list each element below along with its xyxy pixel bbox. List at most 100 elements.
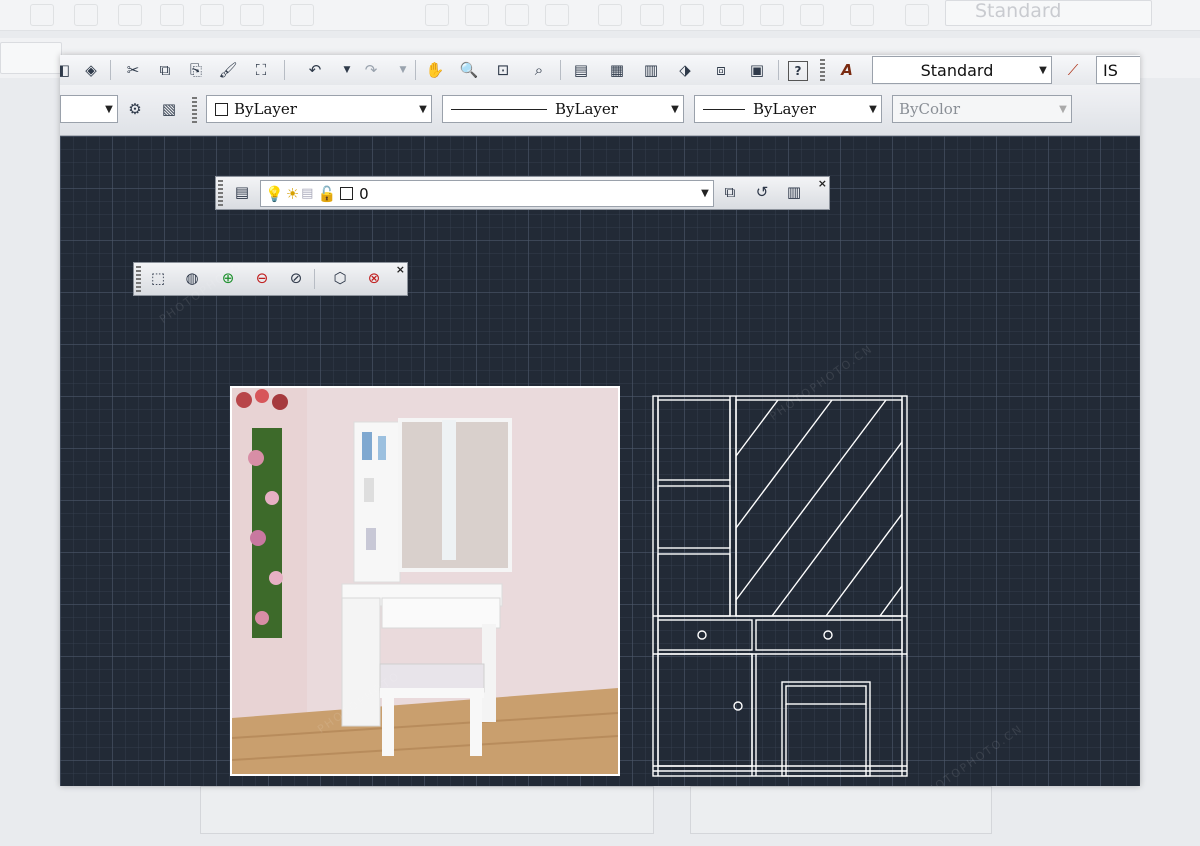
properties-toolbar: ▼ ⚙ ▧ ByLayer ▼ ByLayer ▼ ByLayer ▼ ByCo… [60, 85, 1140, 136]
dim-style-select[interactable]: IS [1096, 56, 1140, 84]
unlock-icon: 🔓 [317, 184, 337, 203]
separator [778, 60, 779, 80]
dressing-table-photo [230, 386, 620, 776]
paste-icon[interactable]: ⎘ [185, 59, 207, 81]
chevron-down-icon: ▼ [1039, 64, 1047, 76]
chevron-down-icon: ▼ [869, 103, 877, 115]
layer-color-swatch [340, 187, 354, 200]
slice-icon[interactable]: ⬡ [328, 266, 352, 290]
erase-solid-icon[interactable]: ⊗ [362, 266, 386, 290]
text-style-select[interactable]: Standard ▼ [872, 56, 1052, 84]
lineweight-sample [703, 108, 745, 110]
redo-icon[interactable]: ↷ [360, 59, 382, 81]
chevron-down-icon: ▼ [671, 103, 679, 115]
separator [314, 269, 315, 289]
text-style-icon[interactable]: A [836, 59, 858, 81]
subtract-icon[interactable]: ⊖ [250, 266, 274, 290]
sheet-set-icon[interactable]: ⬗ [674, 59, 696, 81]
ghost-icon [598, 4, 622, 26]
chevron-down-icon: ▼ [701, 188, 709, 199]
calculator-icon[interactable]: ▣ [746, 59, 768, 81]
dim-style-icon[interactable]: ⟋ [1062, 59, 1084, 81]
ghost-combo [0, 42, 62, 74]
layer-states-icon[interactable]: ▥ [782, 180, 806, 204]
toolbar-grip[interactable] [820, 59, 825, 83]
block-editor-icon[interactable]: ⛶ [250, 59, 272, 81]
layer-manager-icon[interactable]: ▤ [230, 180, 254, 204]
ghost-icon [290, 4, 314, 26]
ghost-icon [800, 4, 824, 26]
sun-icon: ☀ [285, 184, 300, 203]
solids-toolbar: ⬚ ◍ ⊕ ⊖ ⊘ ⬡ ⊗ × [133, 262, 408, 296]
match-properties-icon[interactable]: 🖌 [217, 59, 239, 81]
standard-toolbar: ◧ ◈ ✂ ⧉ ⎘ 🖌 ⛶ ↶ ▼ ↷ ▼ ✋ 🔍 ⊡ ⌕ ▤ ▦ ▥ ⬗ ⧈ … [60, 55, 1140, 86]
ghost-style-label: Standard [975, 0, 1062, 22]
publish-icon[interactable]: ◧ [60, 59, 74, 81]
layer-properties-icon[interactable]: ⚙ [124, 98, 146, 120]
dim-style-value: IS [1103, 60, 1118, 80]
box-icon[interactable]: ⬚ [146, 266, 170, 290]
markup-icon[interactable]: ⧈ [710, 59, 732, 81]
close-icon[interactable]: × [818, 177, 827, 190]
zoom-previous-icon[interactable]: ⌕ [528, 59, 550, 81]
make-layer-current-icon[interactable]: ⧉ [718, 180, 742, 204]
toolbar-grip[interactable] [192, 97, 197, 125]
help-icon[interactable]: ? [788, 61, 808, 81]
intersect-icon[interactable]: ⊘ [284, 266, 308, 290]
photo-illustration [232, 388, 618, 774]
drawing-canvas[interactable]: ▤ 💡 ☀ ▤ 🔓 0 ▼ ⧉ ↺ ▥ × ⬚ ◍ ⊕ ⊖ ⊘ ⬡ ⊗ × PH… [60, 136, 1140, 786]
copy-icon[interactable]: ⧉ [154, 59, 176, 81]
plotstyle-value: ByColor [899, 100, 961, 118]
design-center-icon[interactable]: ▦ [606, 59, 628, 81]
close-icon[interactable]: × [396, 263, 405, 276]
ghost-icon [425, 4, 449, 26]
ghost-icon [118, 4, 142, 26]
layer-select[interactable]: 💡 ☀ ▤ 🔓 0 ▼ [260, 180, 714, 207]
ghost-bottom [60, 786, 1140, 846]
pan-icon[interactable]: ✋ [424, 59, 446, 81]
ghost-icon [30, 4, 54, 26]
ghost-icon [465, 4, 489, 26]
layer-previous-icon[interactable]: ↺ [750, 180, 774, 204]
make-current-icon[interactable]: ▧ [158, 98, 180, 120]
tool-palettes-icon[interactable]: ▥ [640, 59, 662, 81]
mirror-panel [735, 399, 903, 617]
linetype-value: ByLayer [555, 100, 618, 118]
linetype-select[interactable]: ByLayer ▼ [442, 95, 684, 123]
mirror-hatch [735, 399, 903, 617]
zoom-realtime-icon[interactable]: 🔍 [458, 59, 480, 81]
properties-icon[interactable]: ▤ [570, 59, 592, 81]
outer-frame [652, 395, 908, 777]
lineweight-select[interactable]: ByLayer ▼ [694, 95, 882, 123]
ghost-icon [160, 4, 184, 26]
lineweight-value: ByLayer [753, 100, 816, 118]
ghost-icon [200, 4, 224, 26]
toolbar-grip[interactable] [218, 180, 223, 206]
ghost-icon [640, 4, 664, 26]
separator [560, 60, 561, 80]
color-select[interactable]: ByLayer ▼ [206, 95, 432, 123]
ghost-icon [545, 4, 569, 26]
ghost-icon [240, 4, 264, 26]
cut-icon[interactable]: ✂ [122, 59, 144, 81]
undo-icon[interactable]: ↶ [304, 59, 326, 81]
cad-dressing-table-drawing [652, 395, 908, 777]
color-swatch [215, 102, 228, 116]
ghost-icon [720, 4, 744, 26]
chevron-down-icon: ▼ [1059, 103, 1067, 115]
chevron-down-icon: ▼ [419, 103, 427, 115]
undo-dropdown-icon[interactable]: ▼ [336, 59, 358, 81]
linetype-sample [451, 108, 547, 110]
color-value: ByLayer [234, 100, 297, 118]
redo-dropdown-icon[interactable]: ▼ [392, 59, 414, 81]
toolbar-grip[interactable] [136, 266, 141, 292]
watermark-text: PHOTOPHOTO.CN [917, 721, 1026, 786]
ghost-icon [760, 4, 784, 26]
chevron-down-icon: ▼ [105, 103, 113, 115]
text-style-value: Standard [920, 60, 994, 80]
zoom-window-icon[interactable]: ⊡ [492, 59, 514, 81]
ghost-icon [74, 4, 98, 26]
layer-select-partial[interactable]: ▼ [60, 95, 118, 123]
3d-dwf-icon[interactable]: ◈ [80, 59, 102, 81]
cad-window: ◧ ◈ ✂ ⧉ ⎘ 🖌 ⛶ ↶ ▼ ↷ ▼ ✋ 🔍 ⊡ ⌕ ▤ ▦ ▥ ⬗ ⧈ … [60, 55, 1140, 786]
